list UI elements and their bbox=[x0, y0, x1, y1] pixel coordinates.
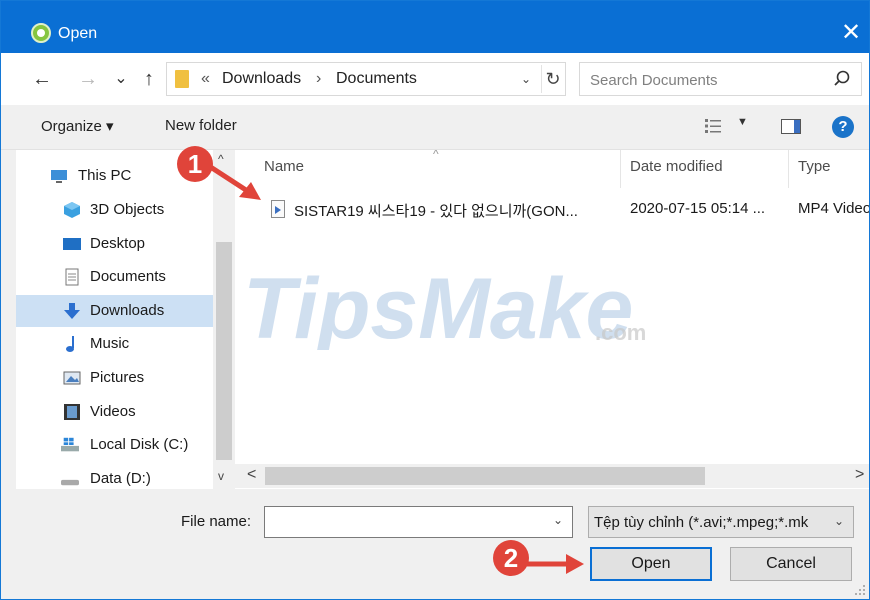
up-folder-button[interactable]: ↑ bbox=[136, 66, 162, 92]
breadcrumb-documents[interactable]: Documents bbox=[336, 70, 417, 88]
title-bar: Open ✕ bbox=[1, 1, 869, 53]
cube-icon bbox=[64, 202, 80, 218]
navigation-pane: This PC 3D Objects Desktop Documents Dow… bbox=[16, 150, 213, 489]
column-header-date-modified[interactable]: Date modified bbox=[630, 158, 723, 175]
file-name: SISTAR19 씨스타19 - 있다 없으니까(GON... bbox=[294, 203, 578, 220]
column-header-type[interactable]: Type bbox=[798, 158, 831, 175]
sidebar-item-documents[interactable]: Documents bbox=[16, 261, 213, 293]
cancel-button[interactable]: Cancel bbox=[730, 547, 852, 581]
scroll-down-arrow[interactable]: v bbox=[218, 469, 224, 483]
file-name-combobox[interactable]: ⌄ bbox=[264, 506, 573, 538]
close-button[interactable]: ✕ bbox=[837, 19, 865, 47]
sidebar-item-desktop[interactable]: Desktop bbox=[16, 228, 213, 260]
address-dropdown-button[interactable]: ⌄ bbox=[517, 69, 535, 89]
column-divider[interactable] bbox=[788, 150, 789, 188]
address-bar[interactable]: « Downloads › Documents ⌄ ↻ bbox=[166, 62, 566, 96]
back-button[interactable]: ← bbox=[29, 66, 55, 92]
column-header-name[interactable]: Name bbox=[264, 158, 304, 175]
search-input[interactable] bbox=[588, 69, 822, 91]
sidebar-item-downloads[interactable]: Downloads bbox=[16, 295, 213, 327]
file-list-horizontal-scrollbar[interactable]: < > bbox=[235, 464, 869, 488]
command-toolbar: Organize ▾ New folder ▼ ? bbox=[1, 105, 869, 150]
sidebar-item-local-disk[interactable]: Local Disk (C:) bbox=[16, 429, 213, 461]
folder-icon bbox=[175, 70, 189, 88]
sidebar-item-pictures[interactable]: Pictures bbox=[16, 362, 213, 394]
open-button[interactable]: Open bbox=[590, 547, 712, 581]
scroll-right-arrow[interactable]: > bbox=[855, 466, 864, 484]
sidebar-item-label: Downloads bbox=[90, 302, 165, 319]
file-date-modified: 2020-07-15 05:14 ... bbox=[630, 200, 766, 217]
sidebar-item-data-drive[interactable]: Data (D:) bbox=[16, 463, 213, 495]
forward-button[interactable]: → bbox=[75, 66, 101, 92]
breadcrumb-overflow[interactable]: « bbox=[201, 70, 210, 88]
resize-grip-icon[interactable] bbox=[852, 582, 866, 596]
refresh-button[interactable]: ↻ bbox=[541, 65, 564, 93]
breadcrumb-chevron-icon: › bbox=[316, 70, 322, 87]
file-type-value: Tệp tùy chỉnh (*.avi;*.mpeg;*.mk bbox=[594, 514, 809, 531]
watermark-suffix: .com bbox=[595, 320, 646, 345]
file-name-dropdown-button[interactable]: ⌄ bbox=[553, 513, 563, 527]
recent-locations-button[interactable]: ⌄ bbox=[108, 66, 134, 92]
search-icon[interactable] bbox=[830, 67, 854, 91]
drive-icon bbox=[61, 479, 79, 486]
sidebar-item-3d-objects[interactable]: 3D Objects bbox=[16, 194, 213, 226]
music-note-icon bbox=[66, 336, 74, 352]
film-icon bbox=[64, 404, 80, 420]
step-2-arrow-icon bbox=[524, 554, 584, 574]
scrollbar-thumb[interactable] bbox=[216, 242, 232, 460]
sidebar-item-label: This PC bbox=[78, 167, 132, 184]
breadcrumb-downloads[interactable]: Downloads bbox=[222, 70, 301, 88]
tipsmake-watermark-logo: TipsMake .com bbox=[243, 261, 646, 350]
sidebar-item-label: Music bbox=[90, 335, 130, 352]
sort-ascending-icon: ^ bbox=[433, 150, 439, 161]
sidebar-item-label: Videos bbox=[90, 403, 136, 420]
file-type-dropdown-icon[interactable]: ⌄ bbox=[834, 514, 844, 528]
desktop-icon bbox=[63, 238, 81, 250]
watermark-text: TipsMake bbox=[243, 261, 633, 350]
file-name-label: File name: bbox=[181, 513, 252, 530]
file-type: MP4 Video bbox=[798, 200, 869, 217]
sidebar-item-label: Desktop bbox=[90, 235, 146, 252]
sidebar-item-label: Pictures bbox=[90, 369, 145, 386]
column-divider[interactable] bbox=[620, 150, 621, 188]
navigation-bar: ← → ⌄ ↑ « Downloads › Documents ⌄ ↻ bbox=[1, 53, 869, 105]
sidebar-item-label: Data (D:) bbox=[90, 470, 151, 487]
help-icon[interactable]: ? bbox=[832, 116, 854, 138]
preview-pane-icon[interactable] bbox=[781, 119, 801, 134]
scroll-left-arrow[interactable]: < bbox=[247, 466, 256, 484]
sidebar-item-label: Local Disk (C:) bbox=[90, 436, 189, 453]
new-folder-button[interactable]: New folder bbox=[165, 117, 237, 134]
app-logo-icon bbox=[31, 23, 51, 43]
file-type-select[interactable]: Tệp tùy chỉnh (*.avi;*.mpeg;*.mk ⌄ bbox=[588, 506, 854, 538]
document-icon bbox=[65, 268, 79, 286]
pc-icon bbox=[51, 170, 67, 183]
file-list: ^ Name Date modified Type SISTAR19 씨스타19… bbox=[235, 150, 869, 489]
video-file-icon bbox=[271, 200, 285, 218]
sidebar-item-videos[interactable]: Videos bbox=[16, 396, 213, 428]
windows-drive-icon bbox=[61, 437, 79, 452]
dialog-title: Open bbox=[58, 25, 98, 42]
scrollbar-thumb[interactable] bbox=[265, 467, 705, 485]
sidebar-item-label: Documents bbox=[90, 268, 166, 285]
sidebar-item-label: 3D Objects bbox=[90, 201, 165, 218]
view-details-icon[interactable] bbox=[704, 117, 722, 135]
file-row[interactable]: SISTAR19 씨스타19 - 있다 없으니까(GON... 2020-07-… bbox=[263, 196, 869, 226]
step-1-arrow-icon bbox=[206, 163, 261, 200]
file-name-input[interactable] bbox=[269, 512, 543, 534]
search-box[interactable] bbox=[579, 62, 862, 96]
open-dialog: Open ✕ ← → ⌄ ↑ « Downloads › Documents ⌄… bbox=[0, 0, 870, 600]
organize-button[interactable]: Organize ▾ bbox=[41, 117, 114, 135]
picture-icon bbox=[63, 371, 81, 385]
view-options-dropdown[interactable]: ▼ bbox=[737, 116, 748, 128]
sidebar-item-music[interactable]: Music bbox=[16, 328, 213, 360]
download-arrow-icon bbox=[64, 303, 80, 319]
